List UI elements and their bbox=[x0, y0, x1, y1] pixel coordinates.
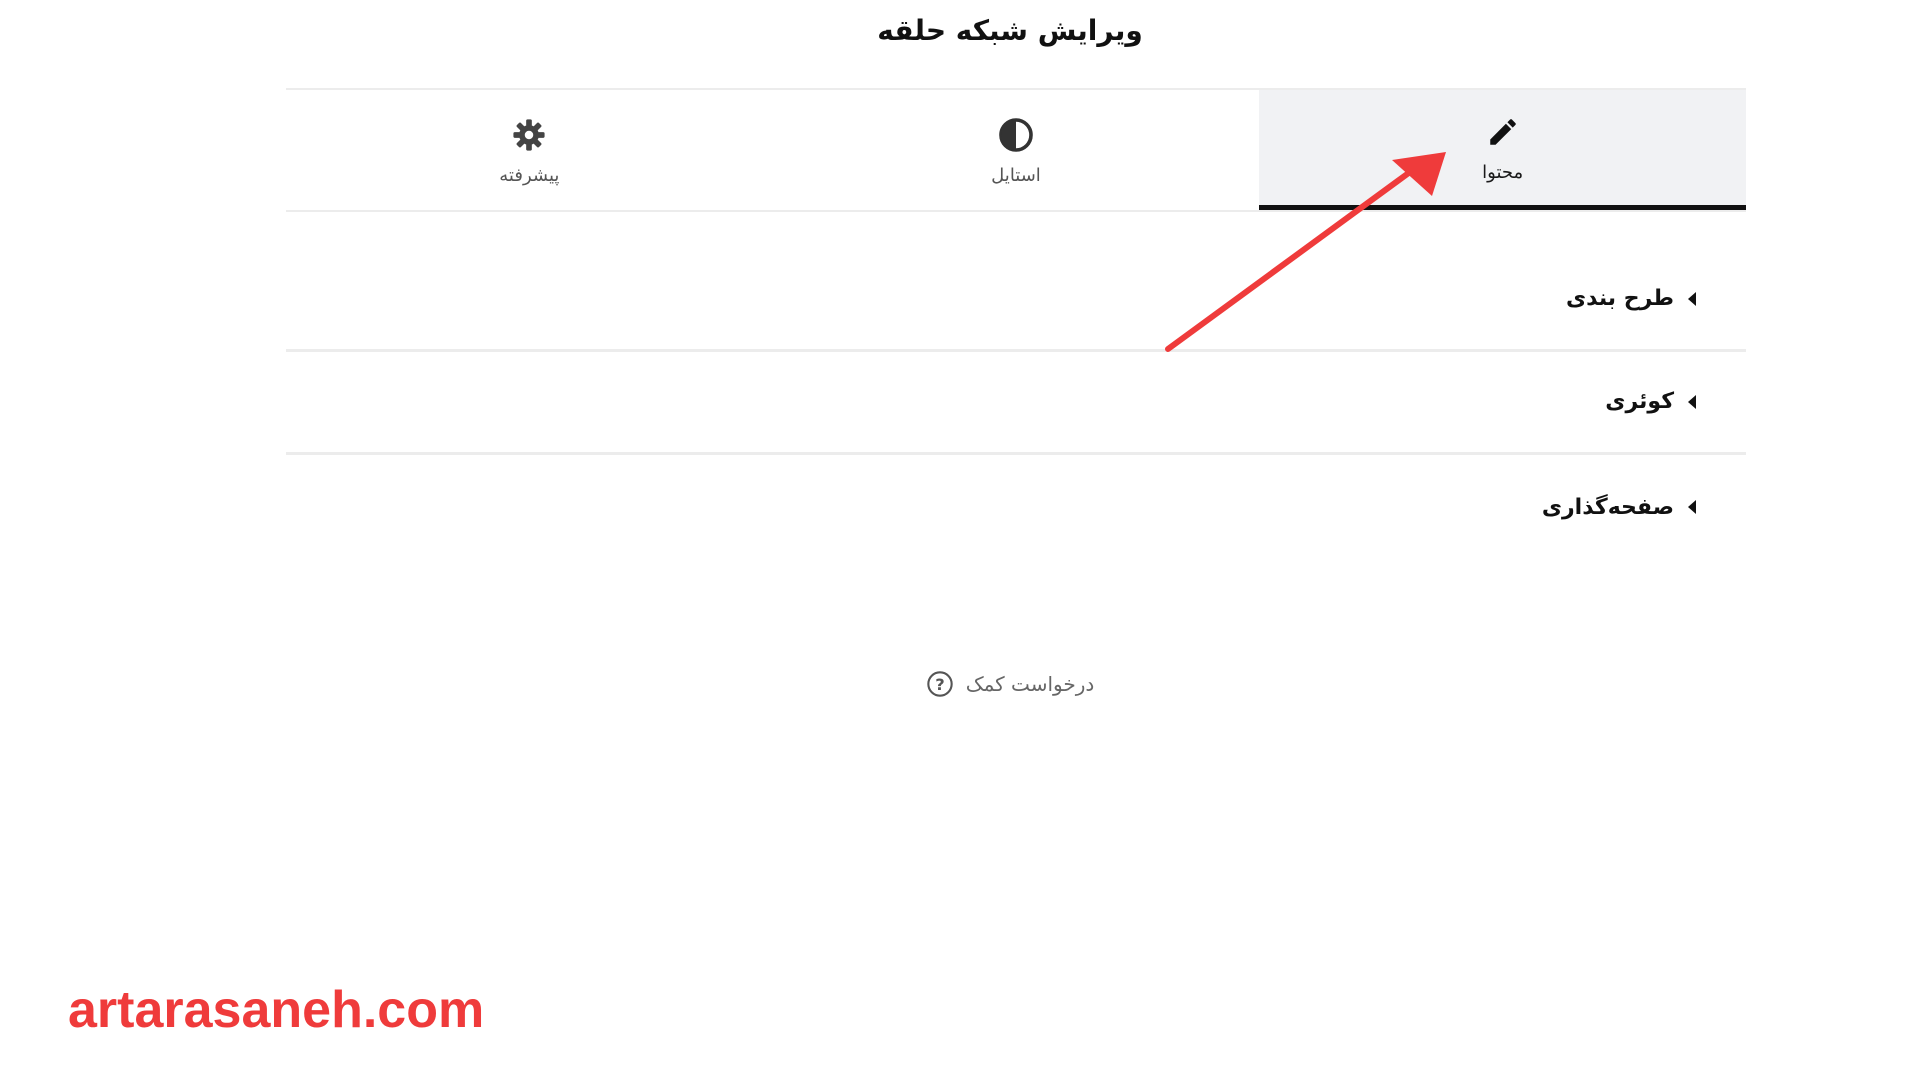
half-circle-icon bbox=[998, 115, 1034, 155]
section-label-layout: طرح بندی bbox=[1565, 286, 1674, 311]
tab-label-content: محتوا bbox=[1482, 162, 1524, 183]
tab-advanced[interactable]: پیشرفته bbox=[286, 90, 773, 210]
tab-style[interactable]: استایل bbox=[773, 90, 1260, 210]
help-request-link[interactable]: درخواست کمک ? bbox=[0, 670, 1920, 698]
tab-bar: محتوا استایل پیشرفته bbox=[286, 88, 1746, 212]
pencil-icon bbox=[1486, 112, 1520, 152]
caret-left-icon bbox=[1688, 500, 1696, 514]
tab-label-style: استایل bbox=[991, 164, 1041, 186]
section-pagination[interactable]: صفحه‌گذاری bbox=[286, 455, 1746, 559]
caret-left-icon bbox=[1688, 291, 1696, 306]
section-query[interactable]: کوئری bbox=[286, 351, 1746, 455]
tab-label-advanced: پیشرفته bbox=[499, 164, 560, 186]
caret-left-icon bbox=[1688, 394, 1696, 409]
section-label-pagination: صفحه‌گذاری bbox=[1541, 494, 1674, 520]
tab-content[interactable]: محتوا bbox=[1259, 90, 1746, 210]
panel-title: ویرایش شبکه حلقه bbox=[877, 14, 1143, 47]
help-label: درخواست کمک bbox=[965, 672, 1095, 696]
section-layout[interactable]: طرح بندی bbox=[286, 248, 1746, 352]
section-label-query: کوئری bbox=[1605, 389, 1674, 414]
question-circle-icon: ? bbox=[926, 670, 954, 698]
watermark: artarasaneh.com bbox=[68, 981, 485, 1039]
gear-icon bbox=[512, 115, 546, 155]
svg-text:?: ? bbox=[935, 675, 944, 694]
